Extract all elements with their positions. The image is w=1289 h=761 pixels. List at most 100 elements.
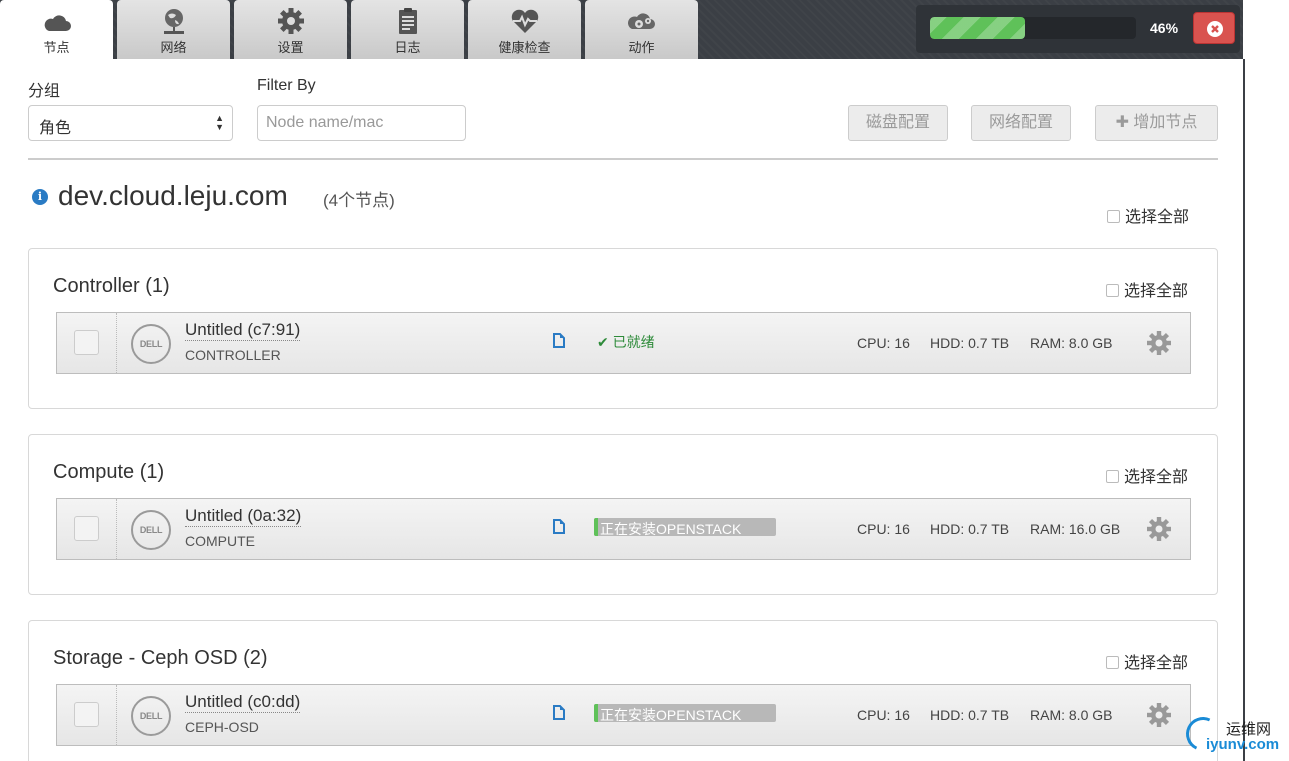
select-all-label: 选择全部 [1124,469,1189,486]
node-status: ✔ 已就绪 [597,332,655,352]
group-by-label: 分组 [28,83,61,100]
node-name[interactable]: Untitled (0a:32) [185,506,302,527]
group-title: Compute (1) [53,461,165,483]
checkbox[interactable] [1106,470,1119,483]
tab-network[interactable]: 网络 [117,0,230,59]
group-storage-ceph-osd: Storage - Ceph OSD (2) 选择全部 DELL Untitle… [28,620,1218,761]
file-icon[interactable] [553,705,565,720]
select-arrows-icon: ▲ ▼ [215,113,224,132]
close-circle-icon [1207,21,1223,37]
tab-settings-label: 设置 [277,40,304,55]
node-row: DELL Untitled (0a:32) COMPUTE 正在安装OPENST… [56,498,1191,560]
node-name[interactable]: Untitled (c7:91) [185,320,301,341]
node-row: DELL Untitled (c7:91) CONTROLLER ✔ 已就绪 C… [56,312,1191,374]
tab-nodes[interactable]: 节点 [0,0,113,59]
add-node-button[interactable]: ✚ 增加节点 [1095,105,1218,141]
cogs-cloud-icon [627,13,655,29]
tab-settings[interactable]: 设置 [234,0,347,59]
group-title: Controller (1) [53,275,170,297]
group-select-all[interactable]: 选择全部 [1106,277,1188,301]
node-name[interactable]: Untitled (c0:dd) [185,692,301,713]
dell-logo-icon: DELL [131,696,171,736]
tab-actions[interactable]: 动作 [585,0,698,59]
network-config-button[interactable]: 网络配置 [971,105,1071,141]
node-status-text: 已就绪 [612,334,655,350]
node-settings-gear-icon[interactable] [1146,516,1172,542]
checkbox[interactable] [1107,210,1120,223]
node-role: CEPH-OSD [185,719,259,735]
install-progress-text: 正在安装OPENSTACK [600,521,742,536]
disk-config-button[interactable]: 磁盘配置 [848,105,948,141]
watermark-bottom-text: iyunv.com [1206,736,1280,753]
progress-percent: 46% [1150,20,1179,36]
node-role: CONTROLLER [185,347,281,363]
environment-select-all[interactable]: 选择全部 [1107,203,1189,227]
add-node-label: 增加节点 [1133,114,1198,131]
stop-deployment-button[interactable] [1193,12,1235,44]
node-checkbox[interactable] [74,330,99,355]
deployment-progress: 46% [916,5,1240,53]
node-cpu: CPU: 16 [857,521,910,537]
heartbeat-icon [511,9,538,33]
network-globe-icon [163,9,184,34]
tab-health-check-label: 健康检查 [498,40,551,55]
tab-logs-label: 日志 [394,40,421,55]
separator [116,313,117,373]
group-by-value: 角色 [39,120,72,137]
info-icon[interactable]: i [32,189,48,205]
node-hdd: HDD: 0.7 TB [930,335,1010,351]
divider [28,158,1218,160]
tab-nodes-label: 节点 [43,40,70,55]
install-progress-fill [594,704,598,722]
tab-network-label: 网络 [160,40,187,55]
clipboard-icon [398,8,417,34]
node-hdd: HDD: 0.7 TB [930,707,1010,723]
checkbox[interactable] [1106,656,1119,669]
node-ram: RAM: 16.0 GB [1030,521,1121,537]
progress-fill [930,17,1025,39]
node-role: COMPUTE [185,533,255,549]
group-select-all[interactable]: 选择全部 [1106,463,1188,487]
select-all-label: 选择全部 [1124,283,1189,300]
node-checkbox[interactable] [74,516,99,541]
plus-icon: ✚ [1115,114,1129,131]
node-row: DELL Untitled (c0:dd) CEPH-OSD 正在安装OPENS… [56,684,1191,746]
page-edge [1243,59,1245,761]
install-progress-bar: 正在安装OPENSTACK [594,704,776,722]
file-icon[interactable] [553,519,565,534]
select-all-label: 选择全部 [1124,655,1189,672]
watermark-logo: 运维网 iyunv.com [1181,712,1289,756]
gear-icon [277,8,304,34]
group-controller: Controller (1) 选择全部 DELL Untitled (c7:91… [28,248,1218,409]
tab-actions-label: 动作 [628,40,655,55]
node-cpu: CPU: 16 [857,335,910,351]
cloud-icon [44,15,71,31]
group-select-all[interactable]: 选择全部 [1106,649,1188,673]
separator [116,499,117,559]
node-cpu: CPU: 16 [857,707,910,723]
group-compute: Compute (1) 选择全部 DELL Untitled (0a:32) C… [28,434,1218,595]
file-icon[interactable] [553,333,565,348]
group-title: Storage - Ceph OSD (2) [53,647,268,669]
environment-name: dev.cloud.leju.com [58,180,288,211]
checkbox[interactable] [1106,284,1119,297]
node-ram: RAM: 8.0 GB [1030,335,1113,351]
group-by-select[interactable]: 角色 ▲ ▼ [28,105,233,141]
node-settings-gear-icon[interactable] [1146,702,1172,728]
progress-track [930,17,1136,39]
node-settings-gear-icon[interactable] [1146,330,1172,356]
filter-input[interactable] [257,105,466,141]
install-progress-bar: 正在安装OPENSTACK [594,518,776,536]
tab-logs[interactable]: 日志 [351,0,464,59]
dell-logo-icon: DELL [131,510,171,550]
node-hdd: HDD: 0.7 TB [930,521,1010,537]
node-ram: RAM: 8.0 GB [1030,707,1113,723]
install-progress-text: 正在安装OPENSTACK [600,707,742,722]
environment-node-count: (4个节点) [323,191,395,210]
filter-by-label: Filter By [257,77,316,94]
install-progress-fill [594,518,598,536]
tab-health-check[interactable]: 健康检查 [468,0,581,59]
separator [116,685,117,745]
select-all-label: 选择全部 [1125,209,1190,226]
node-checkbox[interactable] [74,702,99,727]
